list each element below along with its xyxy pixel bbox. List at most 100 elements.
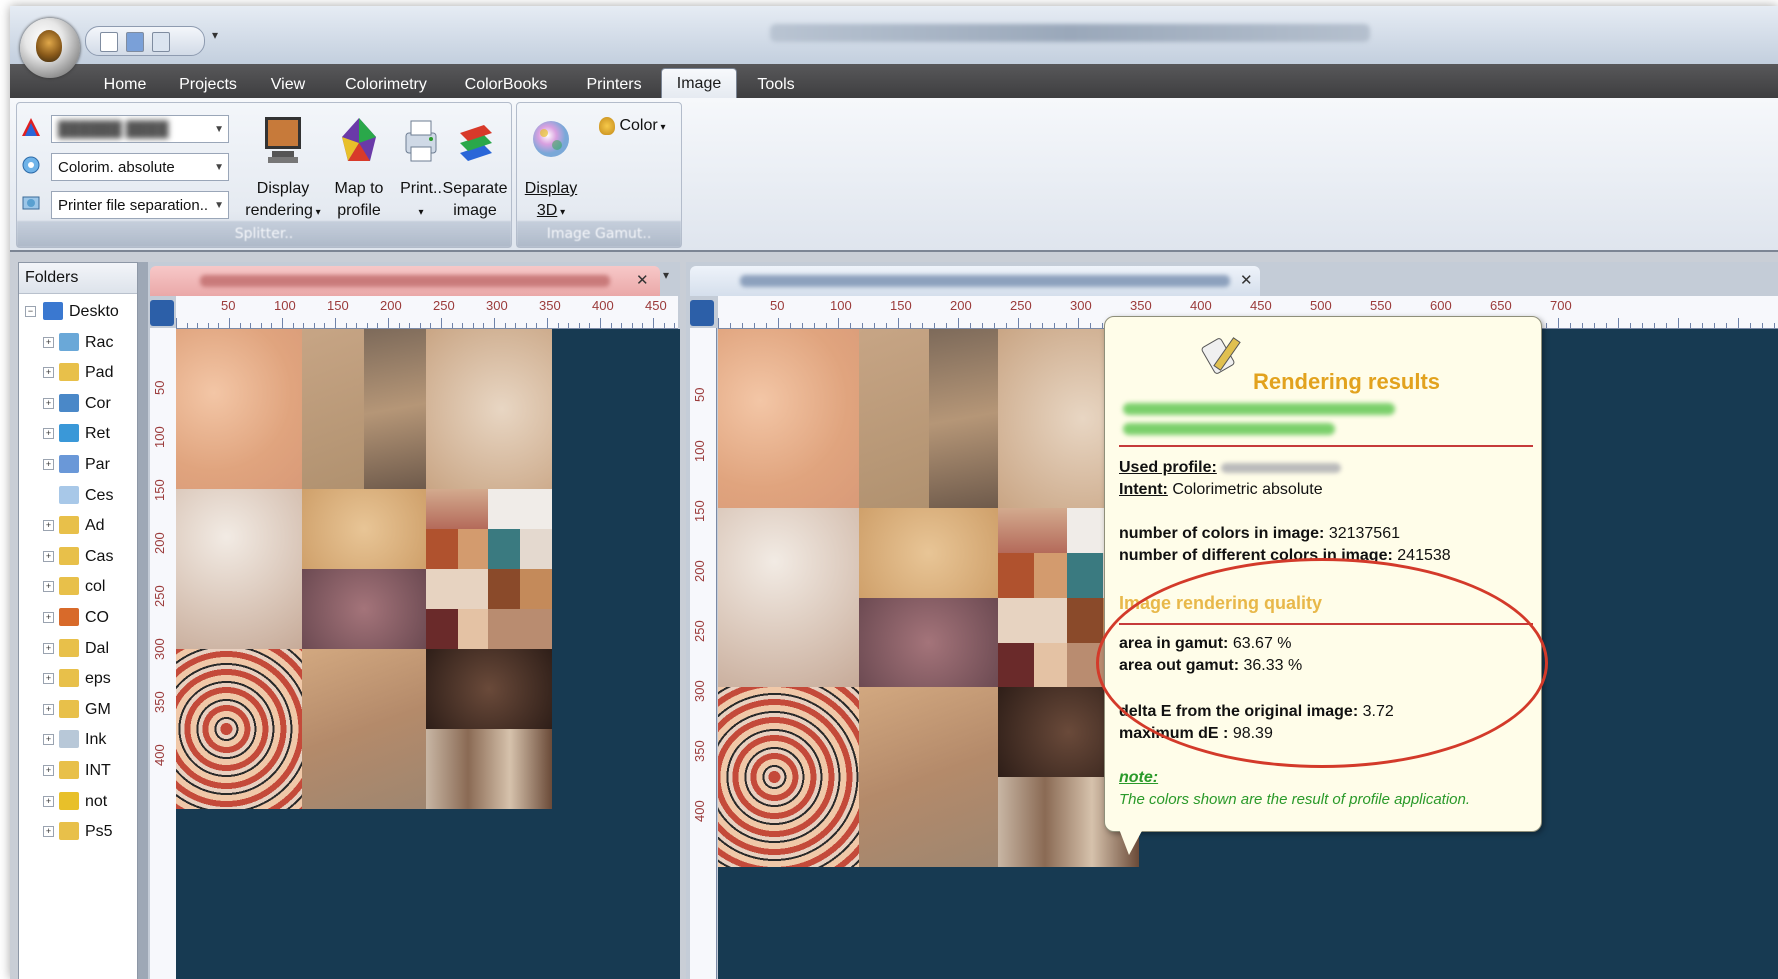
tab-colorbooks[interactable]: ColorBooks	[454, 72, 558, 98]
image-tile	[488, 609, 552, 649]
ruler-tick	[377, 323, 379, 328]
original-image-tab[interactable]: ✕	[150, 266, 660, 296]
rendered-image-tab[interactable]: ✕	[690, 266, 1260, 296]
panel-splitter[interactable]	[138, 262, 148, 979]
hand-tool-icon[interactable]	[150, 300, 174, 326]
expand-toggle-icon[interactable]: +	[43, 795, 54, 807]
display-3d-button[interactable]: Display 3D ▾	[521, 115, 581, 224]
ruler-tick	[356, 323, 358, 328]
image-tile	[426, 489, 488, 529]
original-image-canvas[interactable]	[176, 329, 680, 979]
tab-image[interactable]: Image	[661, 68, 737, 100]
close-icon[interactable]: ✕	[1240, 271, 1253, 289]
separate-image-button[interactable]: Separate image	[441, 115, 509, 222]
hand-tool-icon[interactable]	[690, 300, 714, 326]
profile-combo[interactable]: ██████ ████ ▼	[51, 115, 229, 143]
ruler-tick	[850, 323, 851, 328]
ruler-tick	[504, 323, 506, 328]
folder-tree-label: Ad	[85, 517, 105, 535]
intent-combo[interactable]: Colorim. absolute ▼	[51, 153, 229, 181]
tab-list-icon[interactable]: ▾	[663, 268, 669, 282]
expand-toggle-icon[interactable]: +	[43, 703, 54, 715]
image-tile	[458, 609, 488, 649]
ruler-label: 100	[152, 426, 167, 448]
color-dropdown-button[interactable]: Color ▾	[599, 117, 666, 135]
expand-toggle-icon[interactable]: +	[43, 520, 54, 532]
customize-qat-icon[interactable]: ▾	[212, 28, 218, 42]
splitter-group-label: Splitter..	[17, 221, 511, 247]
shared-folder-icon	[59, 455, 79, 473]
ruler-label: 250	[433, 298, 455, 313]
expand-toggle-icon[interactable]: +	[43, 459, 54, 470]
expand-toggle-icon[interactable]: +	[43, 734, 54, 746]
new-file-icon[interactable]	[100, 32, 118, 52]
image-tile	[176, 649, 302, 809]
expand-toggle-icon[interactable]: −	[25, 306, 36, 317]
tab-projects[interactable]: Projects	[168, 72, 248, 98]
print-button[interactable]: Print.. ▾	[395, 115, 447, 224]
application-menu-button[interactable]	[20, 18, 80, 78]
expand-toggle-icon[interactable]: +	[43, 550, 54, 562]
image-tile	[176, 489, 302, 649]
ruler-tick	[494, 318, 495, 328]
intent-icon	[21, 155, 41, 175]
desktop-icon	[43, 302, 63, 320]
ruler-label: 150	[152, 479, 167, 501]
ruler-tick	[1678, 318, 1679, 328]
tab-printers[interactable]: Printers	[572, 72, 656, 98]
image-tile	[426, 529, 458, 569]
ruler-tick	[958, 318, 959, 328]
divider	[1119, 445, 1533, 447]
expand-toggle-icon[interactable]: +	[43, 581, 54, 593]
ruler-tick	[1714, 323, 1715, 328]
ruler-tick	[271, 323, 273, 328]
save-file-icon[interactable]	[152, 32, 170, 52]
folder-tree-label: CO	[85, 609, 109, 626]
tab-tools[interactable]: Tools	[746, 72, 806, 98]
expand-toggle-icon[interactable]: +	[43, 765, 54, 776]
area-in-label: area in gamut:	[1119, 635, 1229, 652]
ruler-label: 250	[152, 585, 167, 607]
image-tile	[302, 489, 426, 569]
close-icon[interactable]: ✕	[636, 271, 649, 289]
expand-toggle-icon[interactable]: +	[43, 642, 54, 654]
ruler-tick	[239, 323, 241, 328]
ruler-tick	[1546, 323, 1547, 328]
open-file-icon[interactable]	[126, 32, 144, 52]
expand-toggle-icon[interactable]: +	[43, 428, 54, 440]
folder-tree-label: GM	[85, 700, 111, 718]
intent-combo-value: Colorim. absolute	[58, 159, 175, 176]
ruler-label: 300	[486, 298, 508, 313]
recycle-bin-icon	[59, 332, 79, 351]
image-tile	[426, 329, 552, 489]
ruler-tick	[1666, 323, 1667, 328]
map-to-profile-button[interactable]: Map to profile	[329, 115, 389, 222]
expand-toggle-icon[interactable]: +	[43, 336, 54, 348]
delta-e-label: delta E from the original image:	[1119, 703, 1359, 720]
delta-e-value: 3.72	[1362, 703, 1394, 720]
display-3d-label: Display 3D	[524, 180, 578, 219]
ruler-label: 400	[592, 298, 614, 313]
expand-toggle-icon[interactable]: +	[43, 397, 54, 409]
recycle-icon	[59, 485, 79, 504]
ruler-tick	[186, 323, 188, 328]
tab-view[interactable]: View	[260, 72, 316, 98]
ruler-tick	[874, 323, 875, 328]
ruler-tick	[934, 323, 935, 328]
expand-toggle-icon[interactable]: +	[43, 612, 54, 623]
display-rendering-button[interactable]: Display rendering ▾	[239, 115, 327, 224]
ruler-tick	[982, 323, 983, 328]
expand-toggle-icon[interactable]: +	[43, 673, 54, 685]
ruler-tick	[1054, 323, 1055, 328]
ruler-label: 650	[1490, 298, 1512, 313]
expand-toggle-icon[interactable]: +	[43, 367, 54, 379]
folder-icon	[59, 516, 79, 535]
tab-home[interactable]: Home	[90, 72, 160, 98]
expand-toggle-icon[interactable]: +	[43, 826, 54, 838]
separation-combo[interactable]: Printer file separation.. ▼	[51, 191, 229, 219]
image-tile	[488, 529, 520, 569]
folder-tree-label: Deskto	[69, 303, 119, 320]
ruler-label: 200	[950, 298, 972, 313]
ruler-tick	[1066, 323, 1067, 328]
tab-colorimetry[interactable]: Colorimetry	[332, 72, 440, 98]
